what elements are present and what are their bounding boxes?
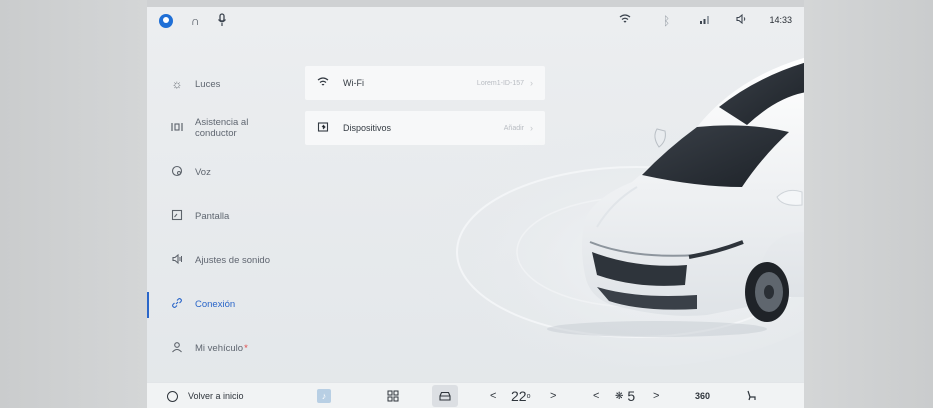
camera-360-label: 360 (695, 391, 711, 401)
seat-icon (747, 390, 756, 401)
bluetooth-icon[interactable]: ᛒ (663, 13, 670, 29)
fan-icon: ❋ (615, 390, 624, 402)
wifi-icon (317, 76, 333, 91)
chevron-left-icon: < (490, 390, 497, 402)
notification-badge: * (244, 342, 248, 354)
menu-item-luces[interactable]: ☼ Luces (147, 62, 297, 106)
volume-icon[interactable] (735, 13, 747, 29)
apps-grid-icon (387, 390, 399, 402)
menu-item-label: Asistencia al conductor (195, 117, 249, 139)
signal-icon (699, 13, 711, 29)
menu-item-label: Conexión (195, 298, 236, 310)
home-circle-icon (167, 390, 178, 402)
home-label: Volver a inicio (188, 391, 244, 401)
temperature-unit: o (526, 392, 531, 400)
fan-display: ❋ 5 (615, 383, 635, 408)
home-button[interactable]: Volver a inicio (167, 383, 244, 408)
car-illustration (397, 37, 804, 387)
chevron-right-icon: > (550, 390, 557, 402)
temp-up-button[interactable]: > (550, 383, 556, 408)
speaker-icon (169, 253, 185, 268)
status-bar: ∩ ᛒ 14:33 (147, 7, 804, 37)
bluetooth-device-icon (317, 121, 333, 136)
menu-item-label: Pantalla (195, 210, 230, 222)
person-icon (169, 341, 185, 356)
user-avatar-icon[interactable] (159, 14, 173, 28)
menu-item-label: Voz (195, 166, 211, 178)
menu-item-label: Mi vehículo (195, 342, 244, 354)
fan-up-button[interactable]: > (653, 383, 659, 408)
camera-360-button[interactable]: 360 (695, 383, 710, 408)
wifi-icon[interactable] (619, 13, 631, 29)
settings-screen: ∩ ᛒ 14:33 ☼ Luces Asistencia al conducto… (147, 7, 804, 408)
vehicle-settings-button[interactable] (432, 383, 458, 408)
menu-item-pantalla[interactable]: Pantalla (147, 194, 297, 238)
settings-menu: ☼ Luces Asistencia al conductor Voz Pant… (147, 62, 297, 370)
microphone-icon[interactable] (217, 13, 227, 31)
display-icon (169, 209, 185, 224)
temperature-value: 22 (511, 388, 527, 404)
apps-button[interactable] (387, 383, 399, 408)
headset-icon[interactable]: ∩ (191, 13, 200, 29)
right-backdrop (804, 0, 933, 408)
music-button[interactable]: ♪ (317, 383, 331, 408)
chevron-left-icon: < (593, 390, 600, 402)
chevron-right-icon: > (653, 390, 660, 402)
bottom-dock: Volver a inicio ♪ < 22 o > < ❋ 5 > 360 (147, 382, 804, 408)
temperature-display: 22 o (511, 383, 530, 408)
menu-item-conexion[interactable]: Conexión (147, 282, 297, 326)
seat-heating-button[interactable] (745, 383, 757, 408)
link-icon (169, 297, 185, 312)
music-icon: ♪ (317, 389, 331, 403)
menu-item-asistencia[interactable]: Asistencia al conductor (147, 106, 297, 150)
car-icon (432, 385, 458, 407)
status-time: 14:33 (769, 15, 792, 25)
sun-icon: ☼ (171, 77, 183, 91)
driver-assist-icon (169, 121, 185, 136)
temp-down-button[interactable]: < (490, 383, 496, 408)
fan-level: 5 (627, 388, 636, 404)
menu-item-label: Luces (195, 78, 221, 90)
voice-icon (169, 165, 185, 180)
menu-item-sonido[interactable]: Ajustes de sonido (147, 238, 297, 282)
menu-item-voz[interactable]: Voz (147, 150, 297, 194)
menu-item-label: Ajustes de sonido (195, 254, 270, 266)
menu-item-mi-vehiculo[interactable]: Mi vehículo * (147, 326, 297, 370)
left-backdrop (0, 0, 147, 408)
fan-down-button[interactable]: < (593, 383, 599, 408)
